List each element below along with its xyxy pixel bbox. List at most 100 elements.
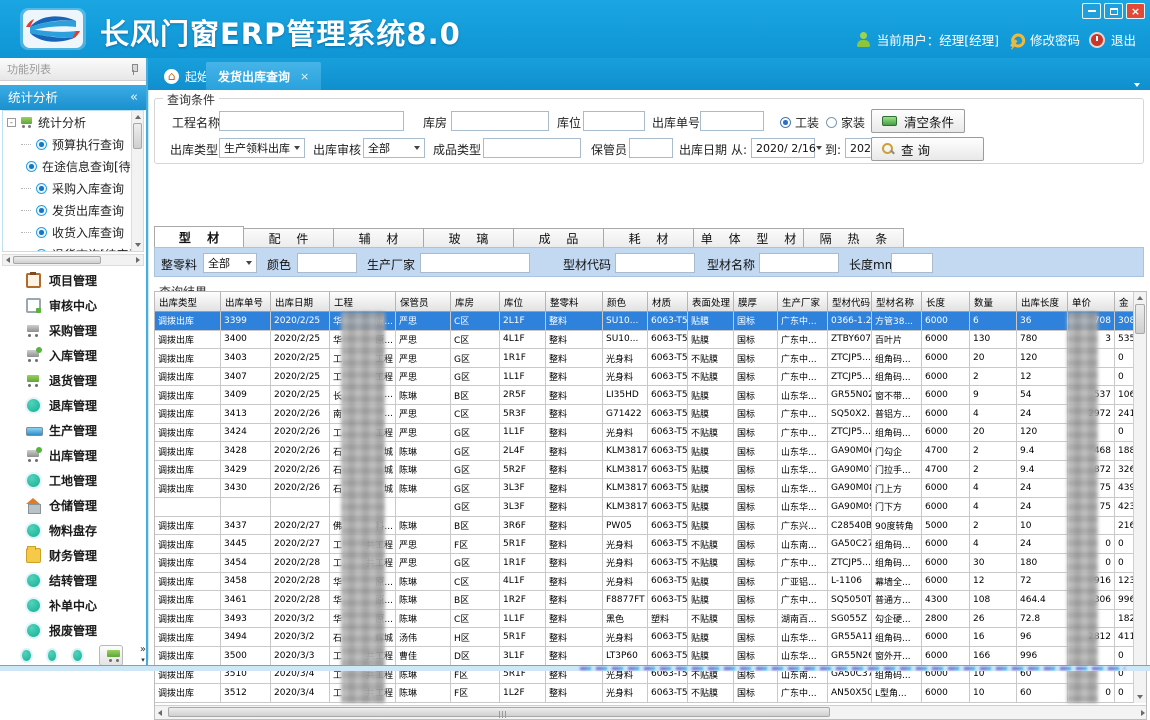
column-header-出库日期[interactable]: 出库日期: [271, 292, 330, 312]
table-row[interactable]: 调拨出库34942020/3/2石辉城汤伟H区5R1F整料光身料6063-T5贴…: [155, 628, 1133, 647]
tree-item-收货入库查询[interactable]: 收货入库查询: [3, 221, 143, 243]
sidebar-module-仓储管理[interactable]: 仓储管理: [2, 493, 146, 518]
tab-list-dropdown[interactable]: [1134, 72, 1140, 91]
table-row[interactable]: 调拨出库34302020/2/26石城陈琳G区3L3F整料KLM38176063…: [155, 479, 1133, 498]
table-row[interactable]: 调拨出库34292020/2/26石城陈琳G区5R2F整料KLM38176063…: [155, 461, 1133, 480]
module-dot-icon[interactable]: [22, 650, 31, 661]
table-row[interactable]: 调拨出库35122020/3/4工共工程陈琳F区1L2F整料光身料6063-T5…: [155, 684, 1133, 703]
logout-button[interactable]: 退出: [1089, 30, 1136, 49]
column-header-表面处理[interactable]: 表面处理: [688, 292, 734, 312]
tree-item-在途信息查询[待定][interactable]: 在途信息查询[待定]: [3, 155, 143, 177]
maximize-button[interactable]: [1104, 3, 1123, 19]
table-row[interactable]: G区3L3F整料KLM38176063-T5贴膜国标山东华...GA90M09.…: [155, 498, 1133, 517]
sidebar-module-物料盘存[interactable]: 物料盘存: [2, 518, 146, 543]
profile-code-input[interactable]: [615, 253, 695, 273]
change-password-button[interactable]: 修改密码: [1008, 30, 1080, 49]
sidebar-module-生产管理[interactable]: 生产管理: [2, 418, 146, 443]
sidebar-module-退库管理[interactable]: 退库管理: [2, 393, 146, 418]
factory-input[interactable]: [420, 253, 530, 273]
column-header-保管员[interactable]: 保管员: [396, 292, 451, 312]
outbound-type-select[interactable]: 生产领料出库: [219, 138, 305, 158]
table-row[interactable]: 调拨出库34242020/2/26工工程严思G区1L1F整料光身料6063-T5…: [155, 424, 1133, 443]
close-button[interactable]: ×: [1126, 3, 1145, 19]
sidebar-module-采购管理[interactable]: 采购管理: [2, 318, 146, 343]
column-header-型材代码[interactable]: 型材代码: [828, 292, 872, 312]
subtab-型材[interactable]: 型 材: [154, 226, 244, 248]
table-row[interactable]: 调拨出库34452020/2/27工共工程严思F区5R1F整料光身料6063-T…: [155, 535, 1133, 554]
search-button[interactable]: 查 询: [871, 137, 984, 161]
warehouse-input[interactable]: [451, 111, 549, 131]
sidebar-module-工地管理[interactable]: 工地管理: [2, 468, 146, 493]
more-modules-button[interactable]: »▾: [140, 645, 146, 665]
table-row[interactable]: 调拨出库34032020/2/25工工程严思G区1R1F整料光身料6063-T5…: [155, 349, 1133, 368]
table-row[interactable]: 调拨出库33992020/2/25华原...严思C区2L1F整料SU10...6…: [155, 312, 1133, 331]
sidebar-module-出库管理[interactable]: 出库管理: [2, 443, 146, 468]
cart-module-button[interactable]: [99, 645, 123, 666]
column-header-型材名称[interactable]: 型材名称: [872, 292, 922, 312]
subtab-耗材[interactable]: 耗 材: [604, 228, 694, 248]
subtab-配件[interactable]: 配 件: [244, 228, 334, 248]
tab-shipping-outbound-query[interactable]: 发货出库查询 ×: [206, 62, 321, 90]
sidebar-module-入库管理[interactable]: 入库管理: [2, 343, 146, 368]
table-vertical-scrollbar[interactable]: [1133, 292, 1146, 703]
column-header-库位[interactable]: 库位: [500, 292, 546, 312]
column-header-整零料[interactable]: 整零料: [546, 292, 603, 312]
tree-item-退货查询[待定][interactable]: 退货查询[待定]: [3, 243, 143, 252]
tree-expander-icon[interactable]: -: [7, 118, 16, 127]
location-input[interactable]: [583, 111, 645, 131]
table-row[interactable]: 调拨出库35002020/3/3工共工程曹佳D区3L1F整料LT3P606063…: [155, 647, 1133, 666]
table-row[interactable]: 调拨出库34282020/2/26石城陈琳G区2L4F整料KLM38176063…: [155, 442, 1133, 461]
radio-work-install[interactable]: 工装: [780, 114, 819, 131]
column-header-单价[interactable]: 单价: [1068, 292, 1115, 312]
column-header-数量[interactable]: 数量: [970, 292, 1017, 312]
module-dot-icon[interactable]: [73, 650, 82, 661]
date-from-select[interactable]: 2020/ 2/16: [751, 138, 815, 158]
color-input[interactable]: [297, 253, 357, 273]
outbound-audit-select[interactable]: 全部: [363, 138, 425, 158]
table-row[interactable]: 调拨出库34132020/2/26南...严思C区5R3F整料G71422606…: [155, 405, 1133, 424]
table-row[interactable]: 调拨出库34372020/2/27佛料...陈琳B区3R6F整料PW056063…: [155, 517, 1133, 536]
project-name-input[interactable]: [219, 111, 404, 131]
tree-horizontal-scrollbar[interactable]: [2, 254, 144, 266]
collapse-icon[interactable]: «: [130, 85, 138, 110]
column-header-出库类型[interactable]: 出库类型: [155, 292, 221, 312]
sidebar-module-项目管理[interactable]: 项目管理: [2, 268, 146, 293]
minimize-button[interactable]: [1082, 3, 1101, 19]
length-input[interactable]: [891, 253, 933, 273]
tree-item-预算执行查询[interactable]: 预算执行查询: [3, 133, 143, 155]
sidebar-module-结转管理[interactable]: 结转管理: [2, 568, 146, 593]
column-header-膜厚[interactable]: 膜厚: [734, 292, 778, 312]
sidebar-module-审核中心[interactable]: 审核中心: [2, 293, 146, 318]
clear-conditions-button[interactable]: 清空条件: [871, 109, 965, 133]
tree-item-采购入库查询[interactable]: 采购入库查询: [3, 177, 143, 199]
table-row[interactable]: 调拨出库34932020/3/2华原...陈琳C区1L1F整料黑色塑料不贴膜国标…: [155, 610, 1133, 629]
table-row[interactable]: 调拨出库34542020/2/28工共工程严思G区1R1F整料光身料6063-T…: [155, 554, 1133, 573]
table-row[interactable]: 调拨出库34072020/2/25工工程严思G区1L1F整料光身料6063-T5…: [155, 368, 1133, 387]
table-row[interactable]: 调拨出库34092020/2/25长...陈琳B区2R5F整料LI35HD606…: [155, 386, 1133, 405]
keeper-input[interactable]: [629, 138, 673, 158]
whole-part-select[interactable]: 全部: [203, 253, 257, 273]
module-dot-icon[interactable]: [48, 650, 57, 661]
column-header-出库长度[interactable]: 出库长度: [1017, 292, 1068, 312]
column-header-生产厂家[interactable]: 生产厂家: [778, 292, 828, 312]
table-horizontal-scrollbar[interactable]: [155, 705, 1147, 719]
radio-home-install[interactable]: 家装: [826, 114, 865, 131]
sidebar-module-财务管理[interactable]: 财务管理: [2, 543, 146, 568]
order-no-input[interactable]: [700, 111, 764, 131]
product-type-input[interactable]: [483, 138, 581, 158]
sidebar-module-报废管理[interactable]: 报废管理: [2, 618, 146, 643]
tree-root-statistics[interactable]: - 统计分析: [3, 111, 143, 133]
column-header-长度[interactable]: 长度: [922, 292, 970, 312]
tree-item-发货出库查询[interactable]: 发货出库查询: [3, 199, 143, 221]
sidebar-module-退货管理[interactable]: 退货管理: [2, 368, 146, 393]
subtab-成品[interactable]: 成 品: [514, 228, 604, 248]
sidebar-module-补单中心[interactable]: 补单中心: [2, 593, 146, 618]
profile-name-input[interactable]: [759, 253, 839, 273]
sidebar-group-statistics[interactable]: 统计分析 «: [0, 85, 146, 110]
pin-icon[interactable]: [129, 64, 139, 75]
column-header-出库单号[interactable]: 出库单号: [221, 292, 271, 312]
subtab-玻璃[interactable]: 玻 璃: [424, 228, 514, 248]
table-row[interactable]: 调拨出库34002020/2/25华原...严思C区4L1F整料SU10...6…: [155, 331, 1133, 350]
subtab-单体型材[interactable]: 单 体 型 材: [694, 228, 804, 248]
subtab-辅材[interactable]: 辅 材: [334, 228, 424, 248]
